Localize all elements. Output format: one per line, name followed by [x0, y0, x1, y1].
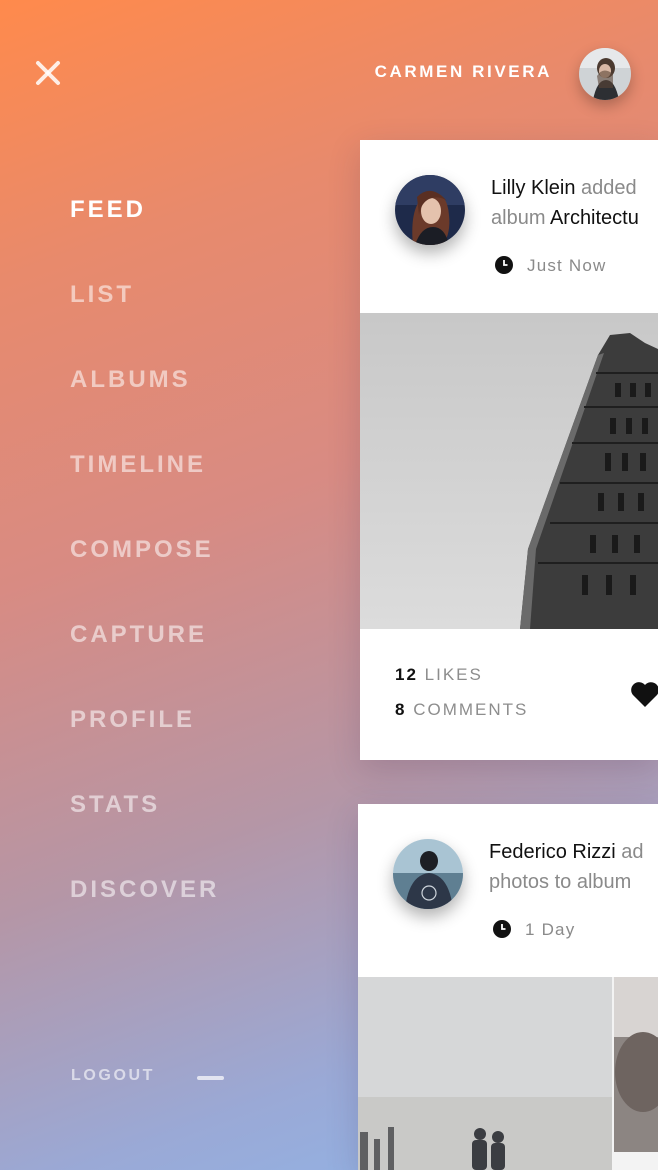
post-author-avatar[interactable]	[395, 175, 465, 245]
comments-label: COMMENTS	[413, 700, 529, 719]
nav-item-feed[interactable]: FEED	[70, 196, 146, 224]
nav-item-profile[interactable]: PROFILE	[70, 706, 195, 734]
nav-item-albums[interactable]: ALBUMS	[70, 366, 191, 394]
post-headline-line2: photos to album	[489, 871, 632, 893]
logout-dash-icon	[197, 1076, 224, 1080]
post-album-name[interactable]: Architectu	[550, 207, 639, 229]
comments-count[interactable]: 8 COMMENTS	[395, 700, 528, 720]
nav-item-stats[interactable]: STATS	[70, 791, 160, 819]
post-photo[interactable]	[360, 313, 658, 629]
logout-button[interactable]: LOGOUT	[71, 1067, 155, 1085]
clock-icon	[493, 920, 511, 938]
post-timestamp: 1 Day	[525, 920, 576, 939]
post-headline: Lilly Klein added	[491, 173, 637, 203]
post-action: ad	[621, 841, 644, 863]
feed-post-card[interactable]: Federico Rizzi ad photos to album 1 Day	[358, 804, 658, 1170]
post-action: added	[581, 177, 637, 199]
clock-icon	[495, 256, 513, 274]
post-album-prefix: album	[491, 207, 546, 229]
nav-item-discover[interactable]: DISCOVER	[70, 876, 219, 904]
post-photo-grid[interactable]	[358, 977, 658, 1170]
post-author-name[interactable]: Federico Rizzi	[489, 841, 616, 863]
nav-item-timeline[interactable]: TIMELINE	[70, 451, 206, 479]
likes-label: LIKES	[424, 665, 483, 684]
likes-count[interactable]: 12 LIKES	[395, 665, 483, 685]
close-icon	[36, 61, 60, 85]
post-author-avatar[interactable]	[393, 839, 463, 909]
nav-item-list[interactable]: LIST	[70, 281, 134, 309]
nav-item-compose[interactable]: COMPOSE	[70, 536, 214, 564]
likes-number: 12	[395, 665, 418, 684]
post-timestamp: Just Now	[527, 256, 607, 275]
comments-number: 8	[395, 700, 407, 719]
close-button[interactable]	[33, 58, 63, 88]
post-headline-line2: album Architectu	[491, 203, 639, 233]
post-author-name[interactable]: Lilly Klein	[491, 177, 575, 199]
heart-icon[interactable]	[630, 680, 658, 708]
feed-post-card[interactable]: Lilly Klein added album Architectu Just …	[360, 140, 658, 760]
user-name: CARMEN RIVERA	[374, 62, 552, 81]
post-headline: Federico Rizzi ad	[489, 837, 644, 867]
nav-item-capture[interactable]: CAPTURE	[70, 621, 207, 649]
user-avatar[interactable]	[579, 48, 631, 100]
